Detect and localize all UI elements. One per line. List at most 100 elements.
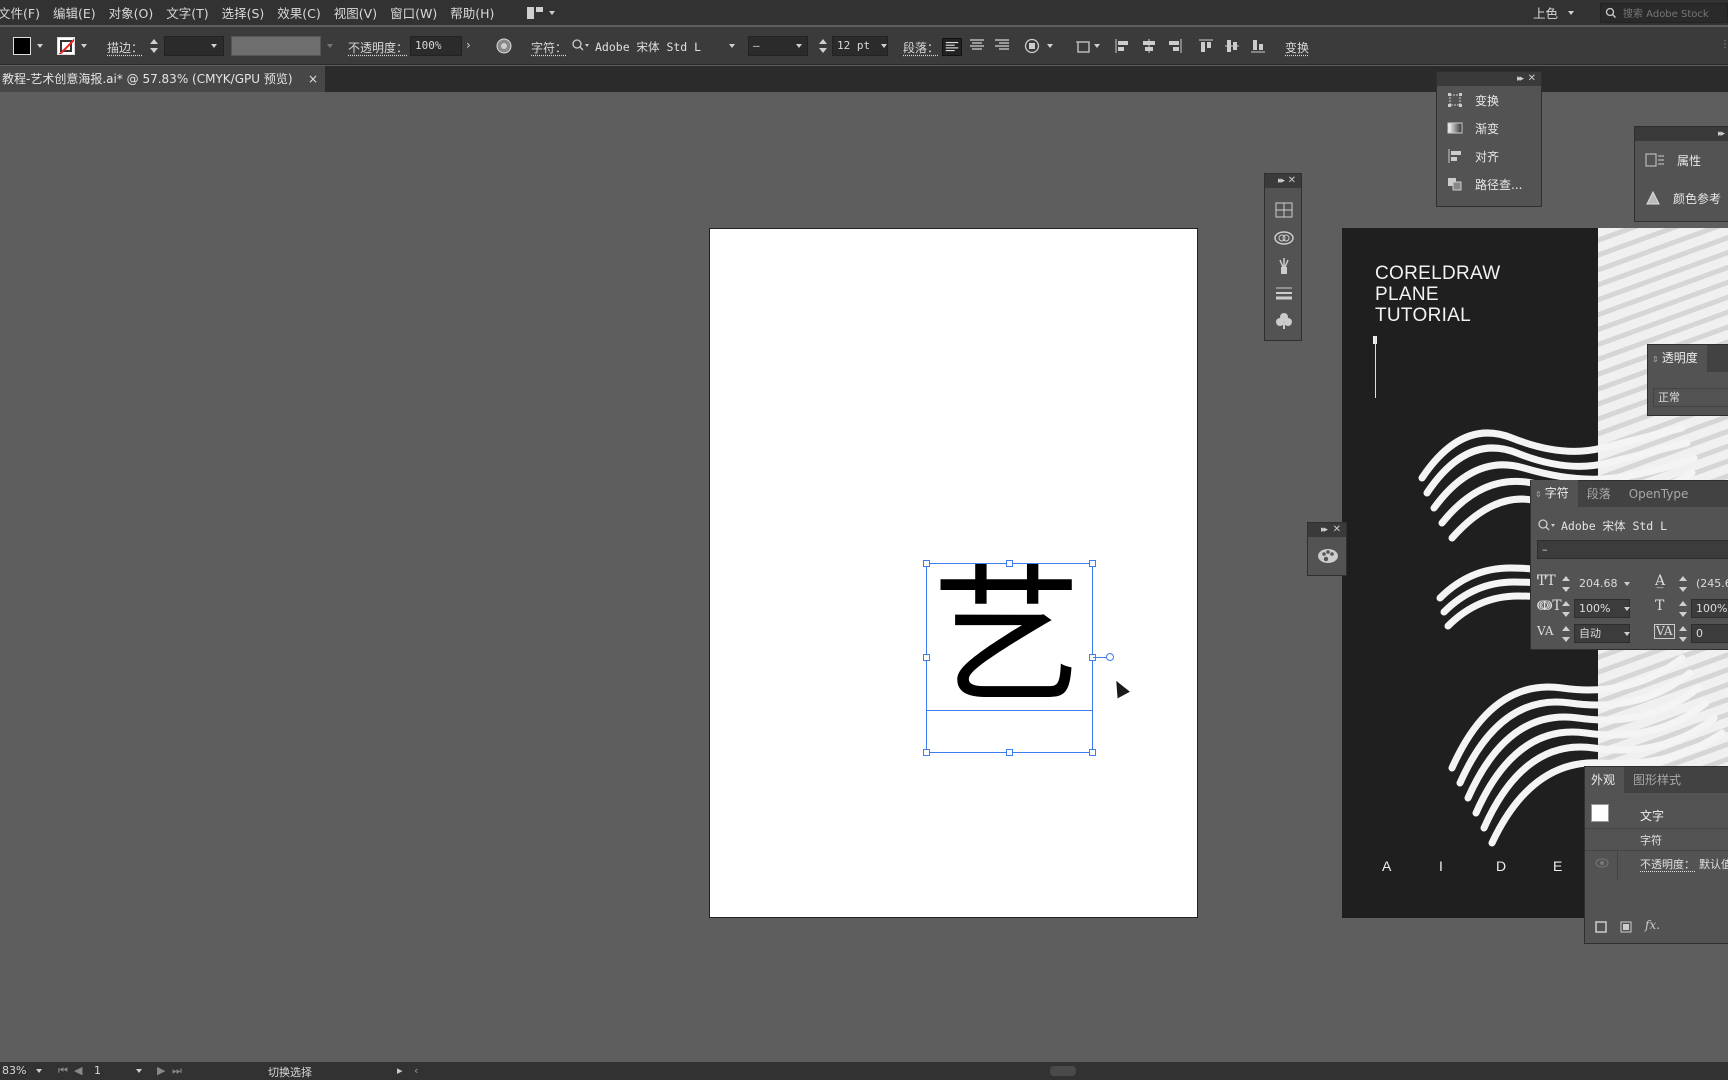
align-top-edges-icon[interactable]	[1198, 38, 1214, 54]
add-fill-icon[interactable]	[1620, 921, 1632, 933]
menu-select[interactable]: 选择(S)	[222, 3, 265, 22]
swatches-icon[interactable]	[1275, 202, 1293, 218]
tracking-field[interactable]: 0	[1691, 624, 1728, 643]
character-label[interactable]: 字符：	[531, 39, 567, 56]
symbols-icon[interactable]	[1275, 312, 1293, 330]
menu-edit[interactable]: 编辑(E)	[53, 3, 96, 22]
panel-header[interactable]: ▸▸	[1635, 127, 1728, 141]
panel-item-align[interactable]: 对齐	[1437, 142, 1541, 170]
panel-header[interactable]: ▸▸ ✕	[1265, 174, 1301, 188]
eye-icon[interactable]	[1595, 858, 1609, 868]
next-artboard-button[interactable]: ▶	[157, 1064, 165, 1077]
opacity-field[interactable]: 100%	[410, 36, 462, 56]
leading-field[interactable]: (245.6	[1691, 574, 1728, 593]
resize-handle-bottom-right[interactable]	[1089, 749, 1096, 756]
leading-stepper[interactable]	[1679, 576, 1687, 592]
fill-swatch[interactable]	[13, 37, 31, 55]
workspace-layout-button[interactable]	[515, 6, 556, 19]
resize-handle-top[interactable]	[1006, 560, 1013, 567]
panel-item-gradient[interactable]: 渐变	[1437, 114, 1541, 142]
resize-handle-left[interactable]	[923, 654, 930, 661]
chevron-down-icon[interactable]	[81, 44, 87, 48]
stroke-weight-stepper[interactable]	[150, 37, 158, 55]
collapse-icon[interactable]: ▸▸	[1278, 175, 1285, 187]
kerning-field[interactable]: 自动	[1574, 624, 1630, 643]
chevron-down-icon[interactable]	[1047, 44, 1053, 48]
menu-file[interactable]: 文件(F)	[0, 3, 40, 22]
collapse-icon[interactable]: ▸▸	[1321, 524, 1328, 536]
align-horizontal-center-icon[interactable]	[1141, 38, 1157, 54]
workspace-switcher[interactable]: 上色	[1533, 3, 1574, 22]
paragraph-label[interactable]: 段落：	[903, 39, 939, 56]
align-left-edges-icon[interactable]	[1114, 38, 1130, 54]
chevron-down-icon[interactable]	[1624, 582, 1630, 586]
align-vertical-center-icon[interactable]	[1224, 38, 1240, 54]
horizontal-scale-field[interactable]: 100%	[1691, 599, 1728, 618]
tab-opentype[interactable]: OpenType	[1620, 481, 1698, 507]
collapse-icon[interactable]: ▸▸	[1718, 128, 1725, 140]
artboard-options-icon[interactable]	[1075, 38, 1093, 54]
font-family-field[interactable]: Adobe 宋体 Std L	[1561, 518, 1667, 534]
font-family-field[interactable]: Adobe 宋体 Std L	[595, 39, 701, 55]
menu-object[interactable]: 对象(O)	[109, 3, 154, 22]
palette-icon[interactable]	[1317, 547, 1339, 565]
tab-transparency[interactable]: ⇕ 透明度	[1648, 344, 1707, 373]
align-bottom-edges-icon[interactable]	[1250, 38, 1266, 54]
menu-window[interactable]: 窗口(W)	[390, 3, 437, 22]
opacity-label[interactable]: 不透明度：	[348, 39, 408, 56]
menu-help[interactable]: 帮助(H)	[450, 3, 494, 22]
fx-icon[interactable]: fx.	[1645, 918, 1660, 932]
menu-effect[interactable]: 效果(C)	[277, 3, 320, 22]
close-icon[interactable]: ✕	[1528, 73, 1536, 85]
align-right-edges-icon[interactable]	[1167, 38, 1183, 54]
chevron-down-icon[interactable]	[37, 44, 43, 48]
add-stroke-icon[interactable]	[1595, 921, 1607, 933]
cc-libraries-icon[interactable]	[1274, 230, 1294, 246]
collapse-icon[interactable]: ▸▸	[1517, 73, 1524, 85]
close-icon[interactable]: ✕	[1333, 524, 1341, 536]
document-tab[interactable]: 教程-艺术创意海报.ai* @ 57.83% (CMYK/GPU 预览) ×	[0, 66, 325, 92]
horizontal-scale-stepper[interactable]	[1679, 601, 1687, 617]
panel-header[interactable]: ▸▸ ✕	[1437, 72, 1541, 86]
text-thread-port[interactable]	[1093, 657, 1107, 658]
appearance-opacity-label[interactable]: 不透明度：	[1640, 856, 1695, 872]
panel-grip-icon[interactable]: ⋮	[1720, 39, 1728, 50]
zoom-level-field[interactable]: 83%	[2, 1064, 26, 1077]
stroke-panel-icon[interactable]	[1275, 286, 1293, 300]
chevron-down-icon[interactable]	[36, 1069, 42, 1073]
align-left-icon[interactable]	[942, 38, 962, 56]
stroke-label[interactable]: 描边：	[107, 39, 143, 56]
chevron-down-icon[interactable]	[729, 44, 735, 48]
font-size-field[interactable]: 204.68	[1574, 574, 1630, 593]
scroll-left-arrow[interactable]: ‹	[414, 1064, 418, 1077]
vertical-scale-field[interactable]: 100%	[1574, 599, 1630, 618]
transform-options-icon[interactable]	[1024, 38, 1040, 54]
panel-item-color-guide[interactable]: 颜色参考	[1635, 179, 1728, 217]
resize-handle-top-right[interactable]	[1089, 560, 1096, 567]
tab-appearance[interactable]: 外观	[1585, 767, 1625, 793]
menu-view[interactable]: 视图(V)	[334, 3, 377, 22]
resize-handle-bottom-left[interactable]	[923, 749, 930, 756]
horizontal-scrollbar-thumb[interactable]	[1050, 1066, 1076, 1076]
chevron-right-icon[interactable]: ›	[466, 38, 471, 52]
stroke-swatch[interactable]	[57, 37, 75, 55]
selection-bounding-box[interactable]	[926, 563, 1093, 753]
panel-item-pathfinder[interactable]: 路径查...	[1437, 170, 1541, 198]
appearance-character-label[interactable]: 字符	[1640, 832, 1662, 848]
chevron-down-icon[interactable]	[881, 44, 887, 48]
font-style-field[interactable]: –	[1537, 540, 1728, 559]
tab-graphic-styles[interactable]: 图形样式	[1624, 767, 1690, 793]
chevron-down-icon[interactable]	[211, 44, 217, 48]
chevron-down-icon[interactable]	[136, 1069, 142, 1073]
align-center-icon[interactable]	[969, 38, 985, 52]
chevron-down-icon[interactable]	[796, 44, 802, 48]
previous-artboard-button[interactable]: ◀	[74, 1064, 82, 1077]
status-menu-arrow[interactable]: ▸	[397, 1064, 403, 1077]
resize-handle-top-left[interactable]	[923, 560, 930, 567]
artboard-number-field[interactable]: 1	[94, 1064, 101, 1077]
transform-link[interactable]: 变换	[1285, 39, 1309, 56]
kerning-stepper[interactable]	[1562, 626, 1570, 642]
stroke-profile-field[interactable]	[231, 36, 321, 56]
first-artboard-button[interactable]: ⏮	[58, 1064, 68, 1078]
chevron-down-icon[interactable]	[1624, 632, 1630, 636]
